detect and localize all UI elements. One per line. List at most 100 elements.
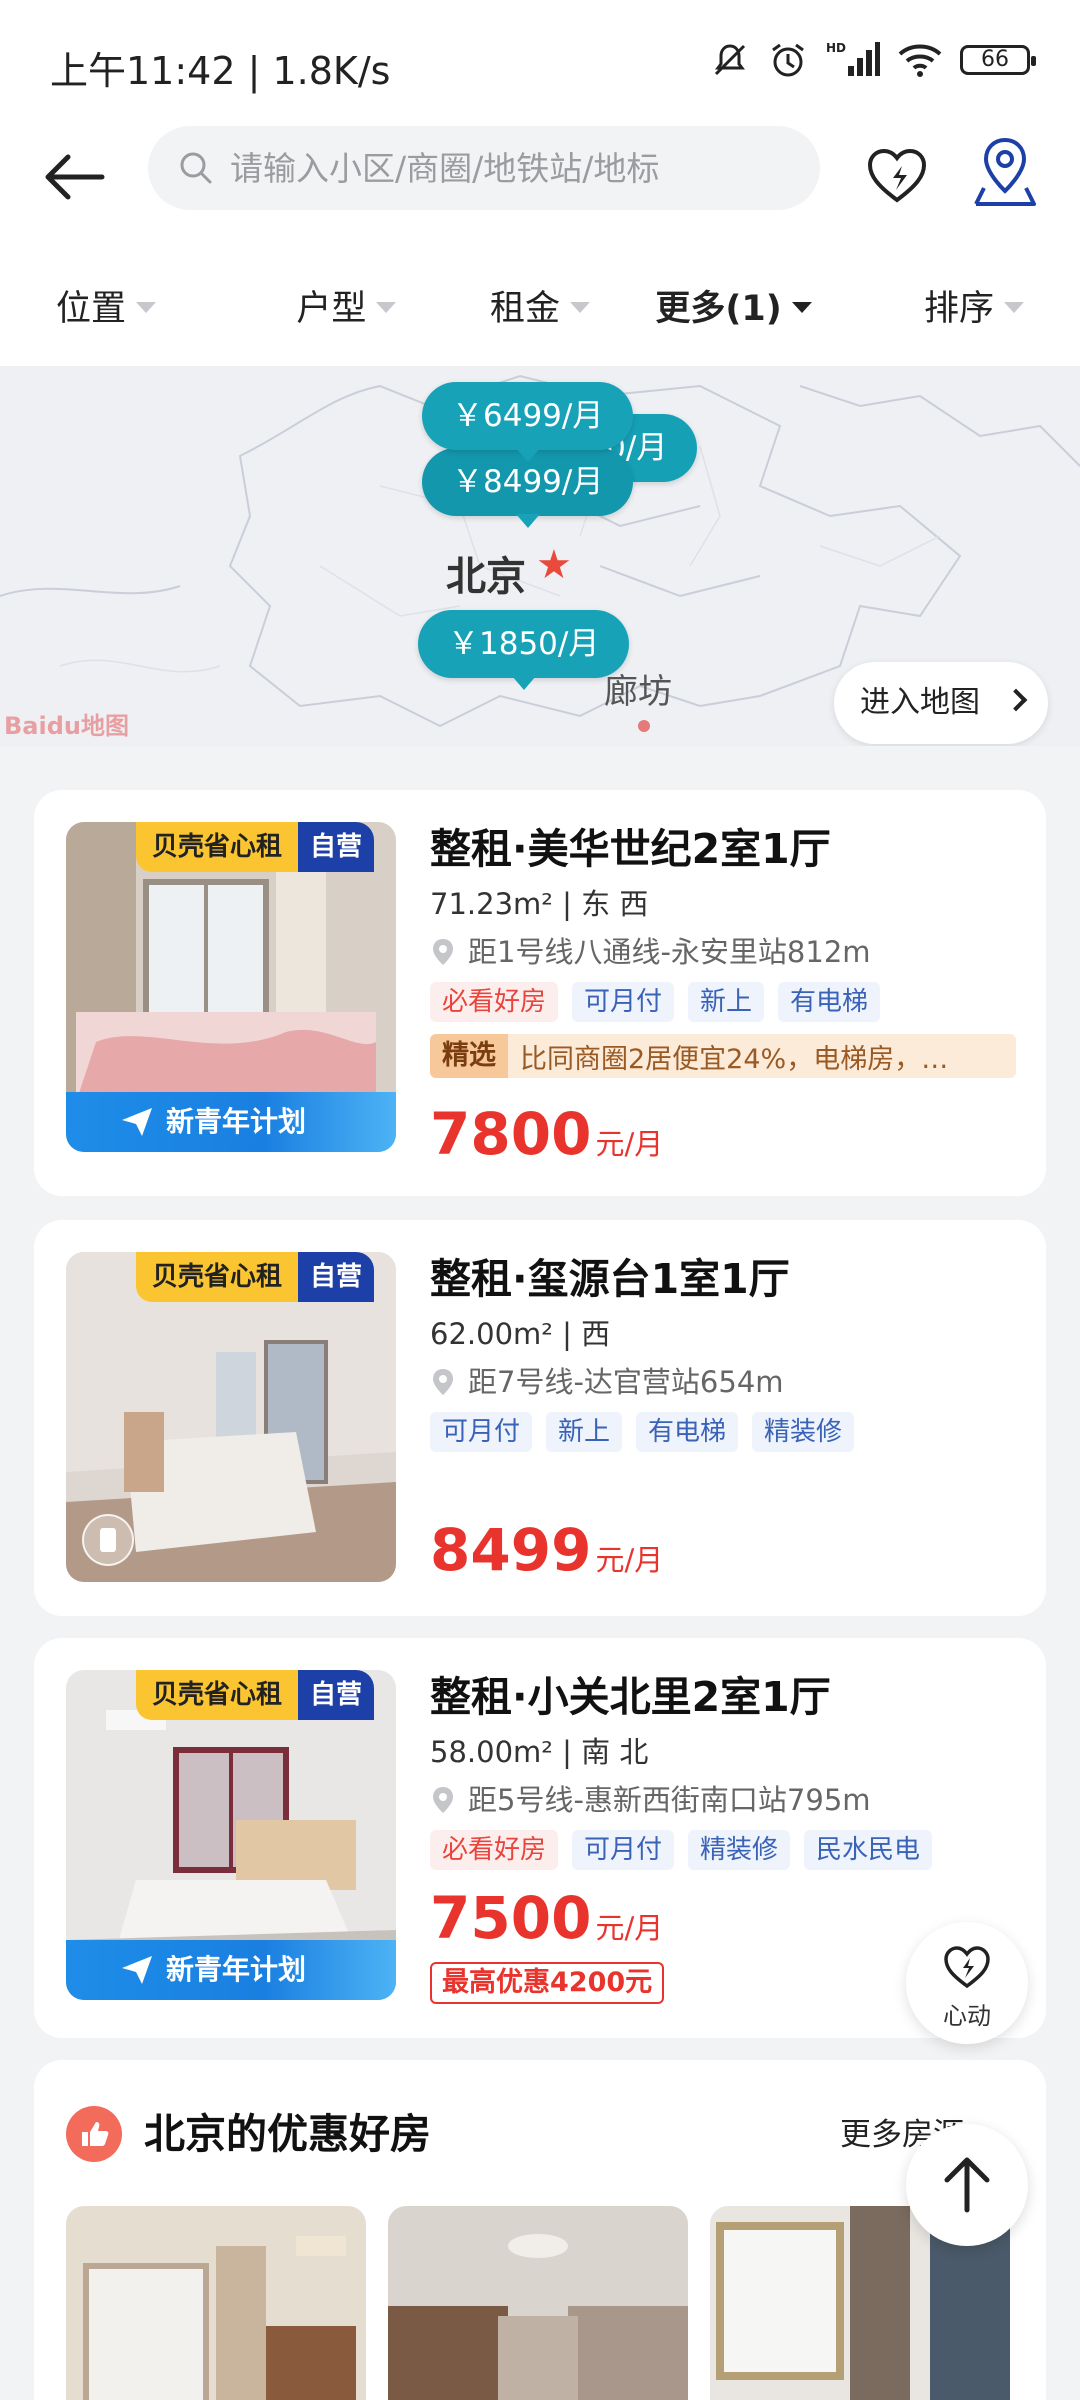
youth-plan-label: 新青年计划 xyxy=(166,1105,307,1138)
price-unit: 元/月 xyxy=(595,1911,664,1945)
listing-tag: 可月付 xyxy=(430,1412,533,1452)
deal-photo[interactable] xyxy=(66,2206,366,2400)
location-pin-icon xyxy=(433,1369,453,1395)
youth-plan-banner: 新青年计划 xyxy=(66,1092,396,1152)
location-pin-icon xyxy=(433,1787,453,1813)
enter-map-button[interactable]: 进入地图 xyxy=(834,662,1048,744)
listing-title: 整租·小关北里2室1厅 xyxy=(430,1673,831,1721)
caret-down-icon xyxy=(136,301,157,313)
listing-photo[interactable]: 贝壳省心租 自营 新青年计划 xyxy=(66,822,396,1152)
youth-plan-label: 新青年计划 xyxy=(166,1953,307,1986)
status-icons: HD 66 xyxy=(710,40,1036,80)
favorites-button[interactable] xyxy=(862,140,932,210)
filter-label: 租金 xyxy=(489,288,560,329)
listing-title: 整租·玺源台1室1厅 xyxy=(430,1255,790,1303)
listing-tag: 精装修 xyxy=(688,1830,791,1870)
enter-map-label: 进入地图 xyxy=(860,685,980,720)
map-price-bubble[interactable]: ￥1850/月 xyxy=(418,610,630,690)
caret-down-icon xyxy=(569,301,590,313)
price-unit: 元/月 xyxy=(595,1543,664,1577)
float-favorite-label: 心动 xyxy=(943,2002,991,2030)
listing-tag: 精装修 xyxy=(752,1412,855,1452)
listing-badge: 贝壳省心租 自营 xyxy=(136,1670,375,1720)
filter-sort[interactable]: 排序 xyxy=(830,244,1080,366)
listing-badge: 贝壳省心租 自营 xyxy=(136,822,375,872)
map-preview[interactable]: ￥7800/月 ￥8499/月 ￥6499/月 北京 ★ ￥1850/月 廊坊 … xyxy=(0,366,1080,746)
capital-star-icon: ★ xyxy=(536,542,572,588)
listing-tag: 必看好房 xyxy=(430,982,559,1022)
back-button[interactable] xyxy=(40,142,110,212)
search-icon xyxy=(180,152,212,184)
svg-text:HD: HD xyxy=(826,41,846,55)
deal-photo[interactable] xyxy=(388,2206,688,2400)
featured-label: 精选 xyxy=(430,1034,508,1078)
map-town-label: 廊坊 xyxy=(604,672,672,712)
paper-plane-icon xyxy=(122,1108,152,1136)
listing-tag: 有电梯 xyxy=(778,982,881,1022)
listing-card[interactable]: 贝壳省心租 自营 新青年计划 整租·美华世纪2室1厅 71.23m² | 东 西 … xyxy=(34,790,1046,1196)
filter-label: 排序 xyxy=(923,288,994,329)
filter-more[interactable]: 更多(1) xyxy=(637,244,831,366)
listing-info: 整租·小关北里2室1厅 58.00m² | 南 北 距5号线-惠新西街南口站79… xyxy=(430,1670,1020,1870)
listing-tags: 必看好房 可月付 新上 有电梯 xyxy=(430,982,1020,1022)
listing-tag: 必看好房 xyxy=(430,1830,559,1870)
listing-card[interactable]: 贝壳省心租 自营 整租·玺源台1室1厅 62.00m² | 西 距7号线-达官营站… xyxy=(34,1220,1046,1616)
badge-self-run: 自营 xyxy=(298,822,375,872)
float-favorite-button[interactable]: 心动 xyxy=(906,1922,1028,2044)
listing-tag: 可月付 xyxy=(572,982,675,1022)
listing-tag: 有电梯 xyxy=(636,1412,739,1452)
filter-label: 位置 xyxy=(56,288,127,329)
listing-price: 7500 元/月 xyxy=(430,1884,663,1952)
map-provider-logo: Baidu地图 xyxy=(4,712,129,740)
caret-down-icon xyxy=(791,301,812,313)
filter-layout[interactable]: 户型 xyxy=(250,244,444,366)
price-value: 8499 xyxy=(430,1516,592,1584)
filter-rent[interactable]: 租金 xyxy=(443,244,637,366)
back-to-top-button[interactable] xyxy=(906,2124,1028,2246)
map-price-bubble[interactable]: ￥6499/月 xyxy=(422,382,634,462)
filter-bar: 位置 户型 租金 更多(1) 排序 xyxy=(0,244,1080,366)
location-pin-icon xyxy=(433,939,453,965)
listing-photo[interactable]: 贝壳省心租 自营 xyxy=(66,1252,396,1582)
listing-tag: 民水民电 xyxy=(804,1830,933,1870)
price-unit: 元/月 xyxy=(595,1127,664,1161)
metro-text: 距7号线-达官营站654m xyxy=(468,1365,784,1399)
deals-title: 北京的优惠好房 xyxy=(144,2110,431,2158)
listing-area-orientation: 58.00m² | 南 北 xyxy=(430,1735,649,1769)
listing-card[interactable]: 贝壳省心租 自营 新青年计划 整租·小关北里2室1厅 58.00m² | 南 北 … xyxy=(34,1638,1046,2038)
listing-badge: 贝壳省心租 自营 xyxy=(136,1252,375,1302)
badge-shengxinzu: 贝壳省心租 xyxy=(136,822,299,872)
mute-icon xyxy=(714,44,746,76)
listing-info: 整租·美华世纪2室1厅 71.23m² | 东 西 距1号线八通线-永安里站81… xyxy=(430,822,1020,1078)
deals-section: 北京的优惠好房 更多房源 xyxy=(34,2060,1046,2400)
room-photo xyxy=(66,2206,366,2400)
search-box[interactable] xyxy=(148,126,820,210)
wifi-icon xyxy=(898,44,942,77)
filter-label: 更多(1) xyxy=(655,288,782,329)
listing-info: 整租·玺源台1室1厅 62.00m² | 西 距7号线-达官营站654m 可月付… xyxy=(430,1252,1020,1452)
status-bar: 上午11:42 | 1.8K/s HD 66 xyxy=(0,0,1080,126)
search-header xyxy=(0,126,1080,244)
search-input[interactable] xyxy=(230,140,790,196)
filter-label: 户型 xyxy=(296,288,367,329)
featured-text: 比同商圈2居便宜24%，电梯房，… xyxy=(520,1043,949,1075)
listing-metro: 距1号线八通线-永安里站812m xyxy=(430,932,1020,972)
listing-area-orientation: 62.00m² | 西 xyxy=(430,1317,611,1351)
map-location-button[interactable] xyxy=(970,134,1040,210)
listing-tags: 可月付 新上 有电梯 精装修 xyxy=(430,1412,1020,1452)
vr-tour-icon[interactable] xyxy=(82,1514,134,1566)
badge-shengxinzu: 贝壳省心租 xyxy=(136,1670,299,1720)
caret-down-icon xyxy=(376,301,397,313)
listing-metro: 距5号线-惠新西街南口站795m xyxy=(430,1780,1020,1820)
alarm-icon xyxy=(772,43,804,77)
chevron-right-icon xyxy=(1004,688,1028,712)
listing-photo[interactable]: 贝壳省心租 自营 新青年计划 xyxy=(66,1670,396,2000)
paper-plane-icon xyxy=(122,1956,152,1984)
listing-tag: 新上 xyxy=(546,1412,623,1452)
price-value: 7500 xyxy=(430,1884,592,1952)
filter-location[interactable]: 位置 xyxy=(0,244,250,366)
listing-area-orientation: 71.23m² | 东 西 xyxy=(430,887,649,921)
listing-metro: 距7号线-达官营站654m xyxy=(430,1362,1020,1402)
heart-lightning-icon xyxy=(944,1946,990,1989)
badge-self-run: 自营 xyxy=(298,1670,375,1720)
